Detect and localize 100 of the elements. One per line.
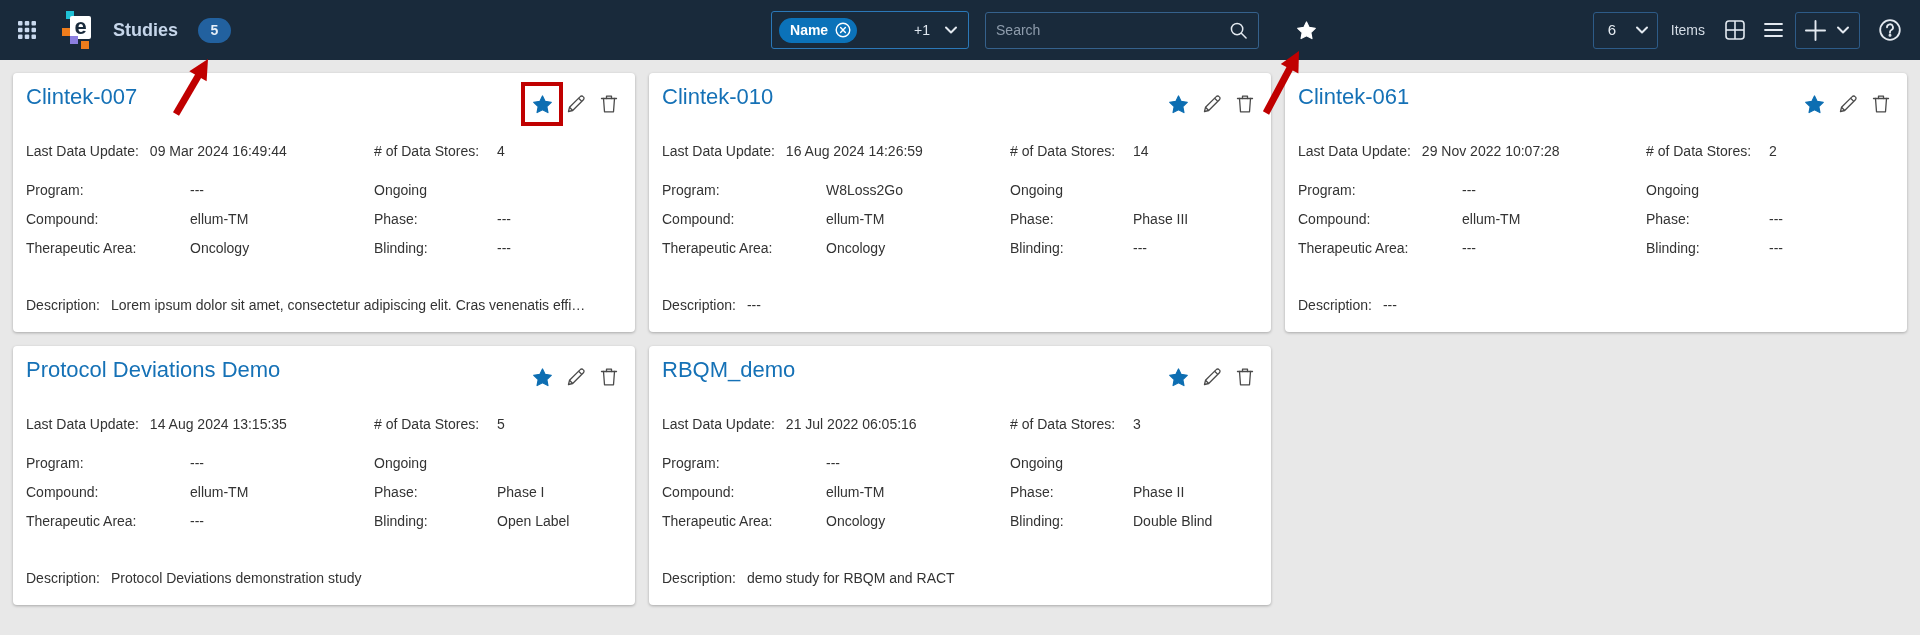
status-text: Ongoing: [374, 454, 427, 473]
field-label: # of Data Stores:: [374, 142, 480, 161]
field-value: ---: [826, 454, 840, 473]
field-label: # of Data Stores:: [1646, 142, 1752, 161]
study-title[interactable]: Clintek-007: [26, 83, 138, 111]
field-value: ellum-TM: [826, 483, 885, 502]
filter-chip[interactable]: Name: [779, 17, 858, 43]
field-label: Program:: [26, 181, 84, 200]
field-value: 4: [497, 142, 505, 161]
field-label: Description:: [662, 296, 736, 315]
field-label: Last Data Update:: [662, 142, 775, 161]
pencil-icon[interactable]: [1838, 94, 1858, 114]
star-icon[interactable]: [532, 367, 553, 387]
field-value: 21 Jul 2022 06:05:16: [785, 415, 917, 434]
field-label: Last Data Update:: [26, 142, 139, 161]
pencil-icon[interactable]: [566, 367, 586, 387]
field-label: Blinding:: [1010, 239, 1064, 258]
field-label: Compound:: [662, 210, 735, 229]
field-value: Oncology: [826, 239, 886, 258]
field-value: W8Loss2Go: [826, 181, 904, 200]
star-icon[interactable]: [532, 94, 553, 114]
status-text: Ongoing: [374, 181, 427, 200]
star-icon[interactable]: [1804, 94, 1825, 114]
field-value: ---: [190, 512, 204, 531]
field-value: Phase III: [1133, 210, 1189, 229]
app-logo: e: [60, 10, 92, 50]
field-label: Blinding:: [374, 239, 428, 258]
description-text: Lorem ipsum dolor sit amet, consectetur adipiscing elit. Cras venenatis effi…: [110, 296, 586, 315]
field-value: ---: [1133, 239, 1147, 258]
close-icon[interactable]: [835, 22, 852, 38]
search-icon: [1230, 21, 1247, 39]
filter-select[interactable]: Name +1: [771, 11, 969, 49]
field-value: ---: [497, 239, 511, 258]
description-text: demo study for RBQM and RACT: [746, 569, 955, 588]
field-label: Phase:: [1646, 210, 1690, 229]
pencil-icon[interactable]: [566, 94, 586, 114]
help-icon[interactable]: [1879, 19, 1901, 41]
field-value: Oncology: [826, 512, 886, 531]
annotation-arrow: [1262, 51, 1299, 115]
add-button[interactable]: [1795, 11, 1860, 49]
trash-icon[interactable]: [1235, 367, 1255, 387]
field-label: Phase:: [1010, 210, 1054, 229]
field-label: Last Data Update:: [26, 415, 139, 434]
page-title: Studies: [113, 18, 178, 42]
field-label: Description:: [26, 296, 100, 315]
list-view-icon[interactable]: [1764, 22, 1783, 38]
study-title[interactable]: Clintek-061: [1298, 83, 1410, 111]
field-label: Compound:: [26, 483, 99, 502]
field-label: Therapeutic Area:: [1298, 239, 1409, 258]
field-label: Description:: [26, 569, 100, 588]
field-label: Blinding:: [1010, 512, 1064, 531]
field-value: ellum-TM: [190, 483, 249, 502]
study-title[interactable]: RBQM_demo: [662, 356, 796, 384]
star-icon[interactable]: [1168, 367, 1189, 387]
field-label: Therapeutic Area:: [662, 239, 773, 258]
status-text: Ongoing: [1010, 454, 1063, 473]
field-value: 14: [1133, 142, 1149, 161]
trash-icon[interactable]: [1871, 94, 1891, 114]
more-count: +1: [914, 20, 930, 40]
field-value: 16 Aug 2024 14:26:59: [785, 142, 923, 161]
pencil-icon[interactable]: [1202, 367, 1222, 387]
description-text: Protocol Deviations demonstration study: [110, 569, 362, 588]
field-value: 14 Aug 2024 13:15:35: [149, 415, 287, 434]
field-value: ---: [1769, 210, 1783, 229]
field-value: Open Label: [497, 512, 570, 531]
trash-icon[interactable]: [599, 367, 619, 387]
field-label: Program:: [662, 454, 720, 473]
items-select[interactable]: 6: [1592, 11, 1658, 49]
field-value: ---: [497, 210, 511, 229]
field-value: ---: [1769, 239, 1783, 258]
status-text: Ongoing: [1646, 181, 1699, 200]
apps-icon[interactable]: [18, 21, 36, 39]
trash-icon[interactable]: [599, 94, 619, 114]
field-label: Description:: [662, 569, 736, 588]
trash-icon[interactable]: [1235, 94, 1255, 114]
star-icon[interactable]: [1168, 94, 1189, 114]
description-text: ---: [1382, 296, 1397, 315]
pencil-icon[interactable]: [1202, 94, 1222, 114]
status-text: Ongoing: [1010, 181, 1063, 200]
field-value: ellum-TM: [1462, 210, 1521, 229]
field-label: Compound:: [662, 483, 735, 502]
field-value: ellum-TM: [190, 210, 249, 229]
field-label: Compound:: [1298, 210, 1371, 229]
count-badge: 5: [198, 17, 231, 43]
field-label: # of Data Stores:: [1010, 142, 1116, 161]
field-value: 2: [1769, 142, 1777, 161]
field-label: Phase:: [374, 210, 418, 229]
field-label: Therapeutic Area:: [26, 239, 137, 258]
field-label: Blinding:: [374, 512, 428, 531]
field-value: Oncology: [190, 239, 250, 258]
field-label: Last Data Update:: [662, 415, 775, 434]
field-label: Program:: [26, 454, 84, 473]
field-label: Phase:: [1010, 483, 1054, 502]
field-value: ---: [1462, 239, 1476, 258]
field-label: # of Data Stores:: [374, 415, 480, 434]
search-field[interactable]: Search: [985, 11, 1259, 49]
grid-view-icon[interactable]: [1725, 20, 1745, 40]
study-title[interactable]: Protocol Deviations Demo: [26, 356, 281, 384]
study-title[interactable]: Clintek-010: [662, 83, 774, 111]
field-value: ellum-TM: [826, 210, 885, 229]
